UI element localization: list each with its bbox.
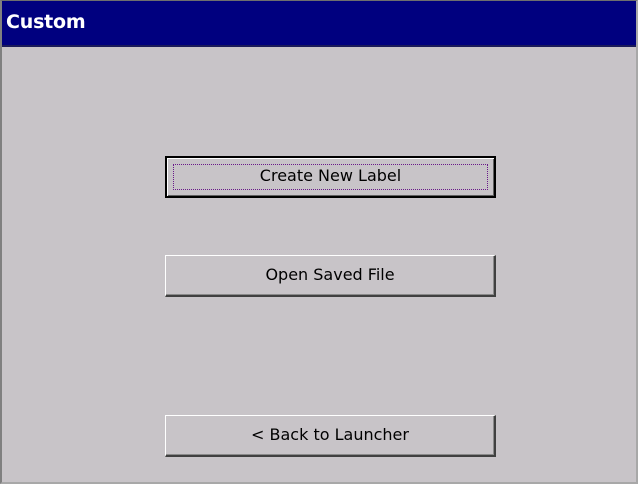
open-saved-file-button[interactable]: Open Saved File bbox=[165, 255, 496, 297]
back-to-launcher-button[interactable]: < Back to Launcher bbox=[165, 415, 496, 457]
custom-window: Custom Create New Label Open Saved File … bbox=[0, 0, 638, 484]
back-to-launcher-button-label: < Back to Launcher bbox=[251, 425, 409, 444]
create-new-label-button[interactable]: Create New Label bbox=[165, 156, 496, 198]
window-title: Custom bbox=[6, 11, 86, 33]
create-new-label-button-label: Create New Label bbox=[259, 166, 402, 185]
title-bar: Custom bbox=[2, 1, 636, 47]
open-saved-file-button-label: Open Saved File bbox=[265, 265, 395, 284]
